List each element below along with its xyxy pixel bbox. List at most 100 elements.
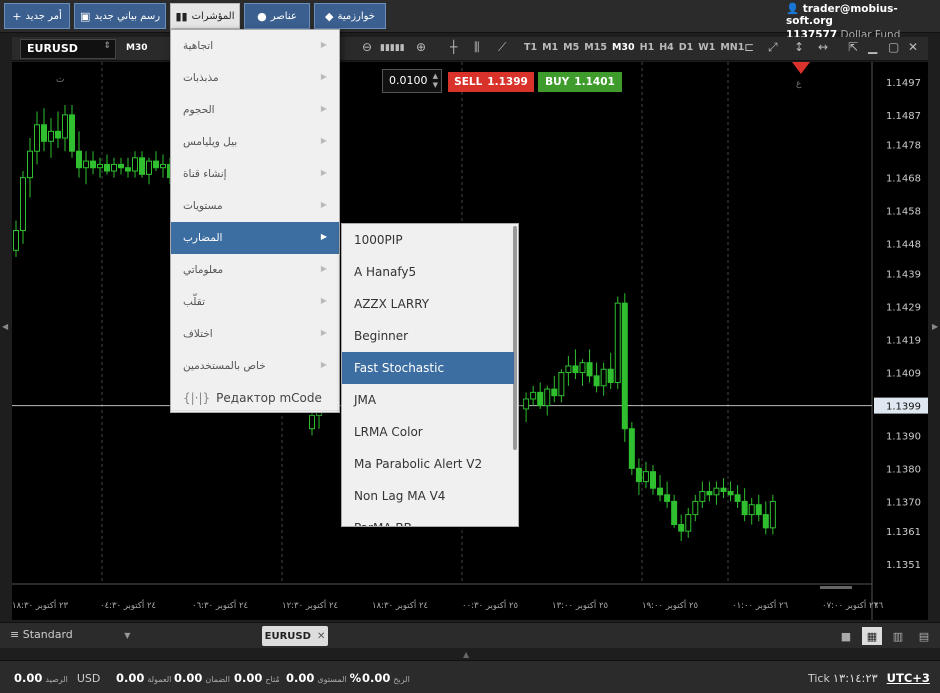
bar-chart-icon: ▮▮ bbox=[175, 9, 188, 23]
candle-body bbox=[13, 229, 19, 251]
objects-button[interactable]: ● عناصر bbox=[244, 3, 310, 29]
timeframe-w1[interactable]: W1 bbox=[698, 42, 715, 53]
candle-body bbox=[734, 494, 741, 502]
layout-single-icon[interactable]: ■ bbox=[836, 627, 856, 645]
indicator-item[interactable]: Fast Stochastic bbox=[342, 352, 514, 384]
timeframe-m1[interactable]: M1 bbox=[542, 42, 558, 53]
code-braces-icon: {|·|} bbox=[183, 391, 211, 405]
indicator-category-item[interactable]: ▶ إنشاء قناة bbox=[171, 158, 339, 190]
indicators-button[interactable]: ▮▮ المؤشرات bbox=[170, 3, 240, 29]
candle-body bbox=[139, 157, 145, 175]
candle-body bbox=[34, 124, 40, 152]
indicator-item[interactable]: AZZX LARRY bbox=[342, 288, 514, 320]
chart-tab-eurusd[interactable]: EURUSD ✕ bbox=[262, 626, 328, 646]
submenu-arrow-icon: ▶ bbox=[320, 168, 327, 177]
indicator-item[interactable]: ParMA BB bbox=[342, 512, 514, 526]
right-panel-arrow-icon[interactable]: ▶ bbox=[932, 322, 938, 331]
indicator-category-item[interactable]: ▶ مستويات bbox=[171, 190, 339, 222]
session-marker: ث bbox=[56, 75, 64, 85]
new-chart-button[interactable]: ▣ رسم بياني جديد bbox=[74, 3, 166, 29]
candle-body bbox=[748, 504, 755, 516]
user-icon: 👤 bbox=[786, 3, 800, 15]
maximize-icon[interactable]: ▢ bbox=[888, 40, 899, 54]
time-tick-label: ٢٦ أكتوبر ٠١:٠٠ bbox=[732, 599, 789, 611]
new-order-button[interactable]: + أمر جديد bbox=[4, 3, 70, 29]
margin-field: 0.00 الضمان bbox=[174, 671, 230, 685]
candle-body bbox=[551, 388, 558, 397]
account-info[interactable]: 👤 trader@mobius-soft.org 1137577 Dollar … bbox=[786, 2, 932, 41]
workspace-select[interactable]: ≡ Standard ▼ bbox=[10, 628, 130, 641]
menu-item-label: اتجاهية bbox=[183, 40, 214, 52]
server-time: Tick ١٣:١٤:٢٣ UTC+3 bbox=[808, 671, 930, 685]
zoom-in-icon[interactable]: ⊕ bbox=[416, 40, 426, 54]
indicator-draw-icon[interactable]: ⊏ bbox=[744, 40, 754, 54]
indicator-item[interactable]: Beginner bbox=[342, 320, 514, 352]
symbol-select[interactable]: EURUSD ⇕ bbox=[20, 39, 116, 59]
left-panel-arrow-icon[interactable]: ◀ bbox=[2, 322, 8, 331]
horizontal-line-icon[interactable]: ↔ bbox=[818, 40, 828, 54]
timeframe-h1[interactable]: H1 bbox=[640, 42, 655, 53]
indicator-category-item[interactable]: ▶ بيل ويليامس bbox=[171, 126, 339, 158]
indicator-item[interactable]: LRMA Color bbox=[342, 416, 514, 448]
timezone-link[interactable]: UTC+3 bbox=[887, 671, 930, 685]
zoom-slider[interactable]: ▮▮▮▮▮ bbox=[380, 43, 405, 53]
indicator-category-item[interactable]: ▶ الحجوم bbox=[171, 94, 339, 126]
layout-vertical-icon[interactable]: ▥ bbox=[888, 627, 908, 645]
status-bar: 0.00 الرصيد USD 0.00 العمولة 0.00 الضمان 0.… bbox=[0, 660, 940, 693]
lot-size-input[interactable]: 0.0100 ▲ ▼ bbox=[382, 69, 442, 93]
layout-grid-icon[interactable]: ▦ bbox=[862, 627, 882, 645]
timeframe-d1[interactable]: D1 bbox=[679, 42, 694, 53]
timeframe-h4[interactable]: H4 bbox=[659, 42, 674, 53]
price-tick-label: 1.1419 bbox=[886, 336, 921, 347]
candle-body bbox=[160, 163, 166, 169]
buy-button[interactable]: BUY 1.1401 bbox=[538, 72, 622, 92]
stepper-arrows-icon[interactable]: ▲ ▼ bbox=[433, 72, 438, 90]
candles-icon[interactable]: ⫼ bbox=[474, 40, 480, 55]
minimize-icon[interactable]: ▁ bbox=[868, 40, 877, 54]
candle-body bbox=[55, 130, 61, 139]
alert-marker-icon bbox=[792, 62, 810, 74]
close-icon[interactable]: ✕ bbox=[908, 40, 918, 54]
timeframe-m15[interactable]: M15 bbox=[584, 42, 607, 53]
indicator-category-item[interactable]: ▶ اتجاهية bbox=[171, 30, 339, 62]
indicator-category-item[interactable]: ▶ تقلّب bbox=[171, 286, 339, 318]
submenu-arrow-icon: ▶ bbox=[320, 232, 327, 241]
close-tab-icon[interactable]: ✕ bbox=[317, 631, 325, 642]
sell-button[interactable]: SELL 1.1399 bbox=[448, 72, 534, 92]
diamond-icon: ◆ bbox=[325, 9, 334, 23]
indicator-item[interactable]: 1000PIP bbox=[342, 224, 514, 256]
menu-icon: ≡ bbox=[10, 628, 20, 641]
menu-item-label: مستويات bbox=[183, 200, 223, 212]
vertical-line-icon[interactable]: ↕ bbox=[794, 40, 804, 54]
profit-field: 0.00 الربح bbox=[362, 671, 410, 685]
mcode-editor-item[interactable]: {|·|} Редактор mCode bbox=[171, 382, 339, 414]
indicator-category-item[interactable]: ▶ اختلاف bbox=[171, 318, 339, 350]
detach-icon[interactable]: ⇱ bbox=[848, 40, 858, 54]
algorithms-button[interactable]: ◆ خوارزمية bbox=[314, 3, 386, 29]
indicator-item[interactable]: Non Lag MA V4 bbox=[342, 480, 514, 512]
line-chart-icon[interactable]: ⟋ bbox=[498, 40, 506, 55]
chart-scrollbar bbox=[820, 586, 852, 589]
indicator-category-item[interactable]: ▶ المضارب bbox=[171, 222, 339, 254]
expand-panel-icon[interactable]: ▲ bbox=[463, 650, 469, 659]
level-field: 0.00 المستوى% bbox=[286, 671, 362, 685]
time-tick-label: ٢٤ أكتوبر ٠٤:٣٠ bbox=[100, 599, 156, 611]
timeframe-m30[interactable]: M30 bbox=[612, 42, 635, 53]
indicator-category-item[interactable]: ▶ مذبذبات bbox=[171, 62, 339, 94]
candle-body bbox=[614, 302, 621, 383]
timeframe-t1[interactable]: T1 bbox=[524, 42, 537, 53]
timeframe-mn1[interactable]: MN1 bbox=[720, 42, 744, 53]
trendline-icon[interactable]: ⤢ bbox=[768, 40, 778, 55]
price-tick-label: 1.1497 bbox=[886, 78, 921, 89]
price-tick-label: 1.1380 bbox=[886, 464, 921, 475]
bars-icon[interactable]: ┼ bbox=[450, 40, 457, 54]
candle-body bbox=[146, 160, 152, 175]
timeframe-m5[interactable]: M5 bbox=[563, 42, 579, 53]
layout-horizontal-icon[interactable]: ▤ bbox=[914, 627, 934, 645]
indicator-category-item[interactable]: ▶ معلوماتي bbox=[171, 254, 339, 286]
indicator-item[interactable]: A Hanafy5 bbox=[342, 256, 514, 288]
indicator-category-item[interactable]: ▶ خاص بالمستخدمين bbox=[171, 350, 339, 382]
indicator-item[interactable]: JMA bbox=[342, 384, 514, 416]
indicator-item[interactable]: Ma Parabolic Alert V2 bbox=[342, 448, 514, 480]
zoom-out-icon[interactable]: ⊖ bbox=[362, 40, 372, 54]
